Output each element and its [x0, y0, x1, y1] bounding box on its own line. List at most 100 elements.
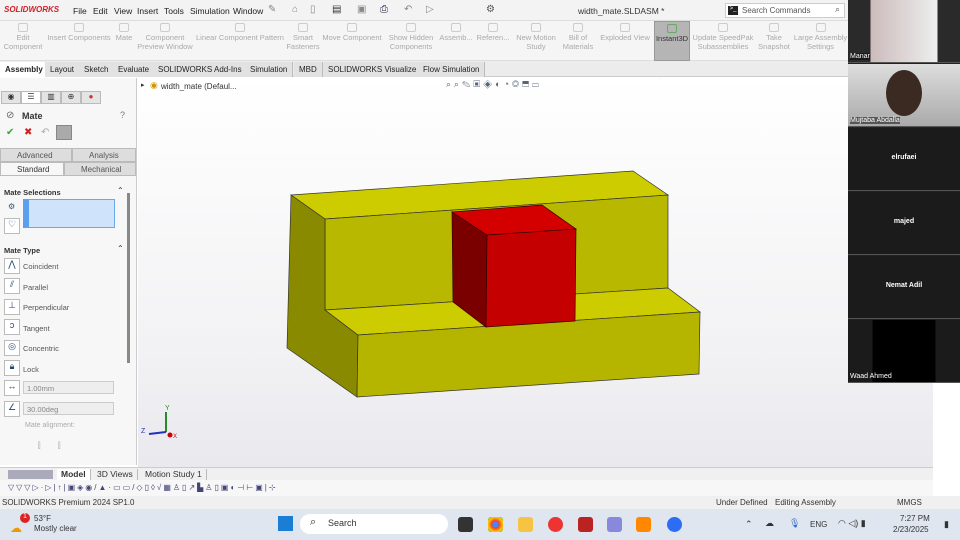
take-snapshot-button[interactable]: Take Snapshot	[757, 21, 791, 61]
cancel-x-icon[interactable]: ✖	[24, 127, 32, 138]
vlc-icon[interactable]	[636, 517, 651, 532]
feature-tree-tab[interactable]: ◉	[1, 91, 21, 104]
tab-assembly[interactable]: Assembly	[0, 62, 49, 77]
mic-icon[interactable]: 🎙︎	[789, 518, 800, 529]
weather-temp[interactable]: 53°F	[34, 514, 51, 523]
tray-chevron-icon[interactable]: ⌃	[745, 519, 753, 530]
home-icon[interactable]: ⌂	[292, 4, 298, 15]
tab-mechanical[interactable]: Mechanical	[64, 162, 136, 176]
tab-visualize[interactable]: SOLIDWORKS Visualize	[323, 62, 423, 77]
smart-fasteners-button[interactable]: Smart Fasteners	[286, 21, 320, 61]
gear-icon[interactable]: ⚙	[486, 4, 495, 15]
move-component-button[interactable]: Move Component	[320, 21, 384, 61]
assembly-features-button[interactable]: Assemb...	[437, 21, 475, 61]
onedrive-icon[interactable]: ☁	[765, 518, 774, 529]
parallel-icon[interactable]: ⫽	[4, 278, 20, 294]
tangent-label[interactable]: Tangent	[23, 324, 50, 333]
tab-analysis[interactable]: Analysis	[72, 148, 136, 162]
distance-input[interactable]: 1.00mm	[23, 381, 114, 394]
tab-addins[interactable]: SOLIDWORKS Add-Ins	[153, 62, 248, 77]
chrome-icon[interactable]	[488, 517, 503, 532]
participant-tile[interactable]: Manar	[848, 0, 960, 63]
panel-scrollbar[interactable]	[127, 193, 130, 363]
mate-selections-box[interactable]	[23, 199, 115, 228]
collapse-icon[interactable]: ⌃	[117, 244, 124, 253]
tab-sketch[interactable]: Sketch	[79, 62, 115, 77]
app-icon[interactable]	[607, 517, 622, 532]
menu-insert[interactable]: Insert	[137, 6, 158, 16]
select-icon[interactable]: ▷	[426, 4, 434, 15]
dimxpert-tab[interactable]: ⊕	[61, 91, 81, 104]
participant-tile[interactable]: Nemat Adil	[848, 256, 960, 319]
task-view-icon[interactable]	[458, 517, 473, 532]
lock-icon[interactable]: 🔒︎	[4, 360, 20, 376]
menu-file[interactable]: File	[73, 6, 87, 16]
exploded-view-button[interactable]: Exploded View	[597, 21, 653, 61]
parallel-label[interactable]: Parallel	[23, 283, 48, 292]
concentric-label[interactable]: Concentric	[23, 344, 59, 353]
open-icon[interactable]: ▤	[332, 4, 341, 15]
anti-aligned-icon[interactable]: ⫿	[58, 441, 61, 451]
print-icon[interactable]: ⎙	[380, 4, 388, 15]
ok-check-icon[interactable]: ✔	[6, 127, 14, 138]
weather-icon[interactable]: ☁	[10, 521, 22, 535]
mate-button[interactable]: Mate	[112, 21, 136, 61]
show-hidden-components-button[interactable]: Show Hidden Components	[386, 21, 436, 61]
config-manager-tab[interactable]: ▥	[41, 91, 61, 104]
notification-icon[interactable]: ▮	[944, 519, 949, 530]
menu-tools[interactable]: Tools	[164, 6, 184, 16]
lock-label[interactable]: Lock	[23, 365, 39, 374]
bill-of-materials-button[interactable]: Bill of Materials	[561, 21, 595, 61]
component-preview-window-button[interactable]: Component Preview Window	[136, 21, 194, 61]
undo-icon[interactable]: ↶	[41, 127, 49, 138]
new-icon[interactable]: ▯	[310, 4, 316, 15]
coincident-icon[interactable]: ⋀	[4, 258, 20, 274]
tangent-icon[interactable]: ↄ	[4, 319, 20, 335]
participant-tile[interactable]: Mujtaba Abdalla	[848, 64, 960, 127]
participant-tile[interactable]: majed	[848, 192, 960, 255]
large-assembly-settings-button[interactable]: Large Assembly Settings	[793, 21, 848, 61]
tab-simulation[interactable]: Simulation	[245, 62, 294, 77]
pushpin-button[interactable]	[56, 125, 72, 140]
zoom-icon[interactable]	[667, 517, 682, 532]
menu-edit[interactable]: Edit	[93, 6, 108, 16]
windows-start-icon[interactable]	[278, 516, 293, 531]
undo-icon[interactable]: ↶	[404, 4, 412, 15]
edit-component-button[interactable]: Edit Component	[0, 21, 46, 61]
wifi-volume-battery-icons[interactable]: ◠ ◁) ▮	[838, 518, 866, 529]
concentric-icon[interactable]: ◎	[4, 340, 20, 356]
angle-input[interactable]: 30.00deg	[23, 402, 114, 415]
clock-date[interactable]: 2/23/2025	[893, 525, 929, 534]
help-icon[interactable]: ?	[120, 110, 125, 120]
collapse-icon[interactable]: ⌃	[117, 186, 124, 195]
tab-evaluate[interactable]: Evaluate	[113, 62, 156, 77]
pin-icon[interactable]: ✎	[268, 4, 276, 15]
insert-components-button[interactable]: Insert Components	[46, 21, 112, 61]
tab-standard[interactable]: Standard	[0, 162, 64, 176]
tab-mbd[interactable]: MBD	[294, 62, 323, 77]
menu-window[interactable]: Window	[233, 6, 263, 16]
coincident-label[interactable]: Coincident	[23, 262, 58, 271]
participant-tile[interactable]: elrufaei	[848, 128, 960, 191]
tab-flow-simulation[interactable]: Flow Simulation	[418, 62, 486, 77]
taskbar-search[interactable]: ⌕ Search	[300, 514, 448, 534]
search-commands-input[interactable]: >_ Search Commands ⌕	[725, 3, 845, 18]
instant3d-button[interactable]: Instant3D	[654, 21, 690, 61]
sketch-tools-bar[interactable]: ▽▽▽▷·▷|↑|▣◈◉/▲·▭▭/◇▯◊√▦♙▯↗▙♙▯▣◐⊣⊢▣|⊹	[0, 480, 933, 496]
property-manager-tab[interactable]: ☰	[21, 91, 41, 104]
aligned-icon[interactable]: ⫿	[38, 441, 41, 451]
participant-tile[interactable]: Waad Ahmed	[848, 320, 960, 383]
tab-advanced[interactable]: Advanced	[0, 148, 72, 162]
menu-view[interactable]: View	[114, 6, 132, 16]
wps-icon[interactable]	[548, 517, 563, 532]
perpendicular-icon[interactable]: ⊥	[4, 299, 20, 315]
solidworks-taskbar-icon[interactable]	[578, 517, 593, 532]
display-manager-tab[interactable]: ●	[81, 91, 101, 104]
reference-geometry-button[interactable]: Referen...	[475, 21, 511, 61]
tab-scroll-arrows[interactable]	[8, 470, 53, 479]
graphics-area[interactable]: ▸ ◉ width_mate (Defaul... ⌕⌕✎▣◈◐◔◎⬒▭ Y Z…	[138, 78, 933, 467]
perpendicular-label[interactable]: Perpendicular	[23, 303, 69, 312]
save-icon[interactable]: ▣	[357, 4, 366, 15]
units-selector[interactable]: MMGS	[897, 498, 922, 507]
clock-time[interactable]: 7:27 PM	[900, 514, 930, 523]
